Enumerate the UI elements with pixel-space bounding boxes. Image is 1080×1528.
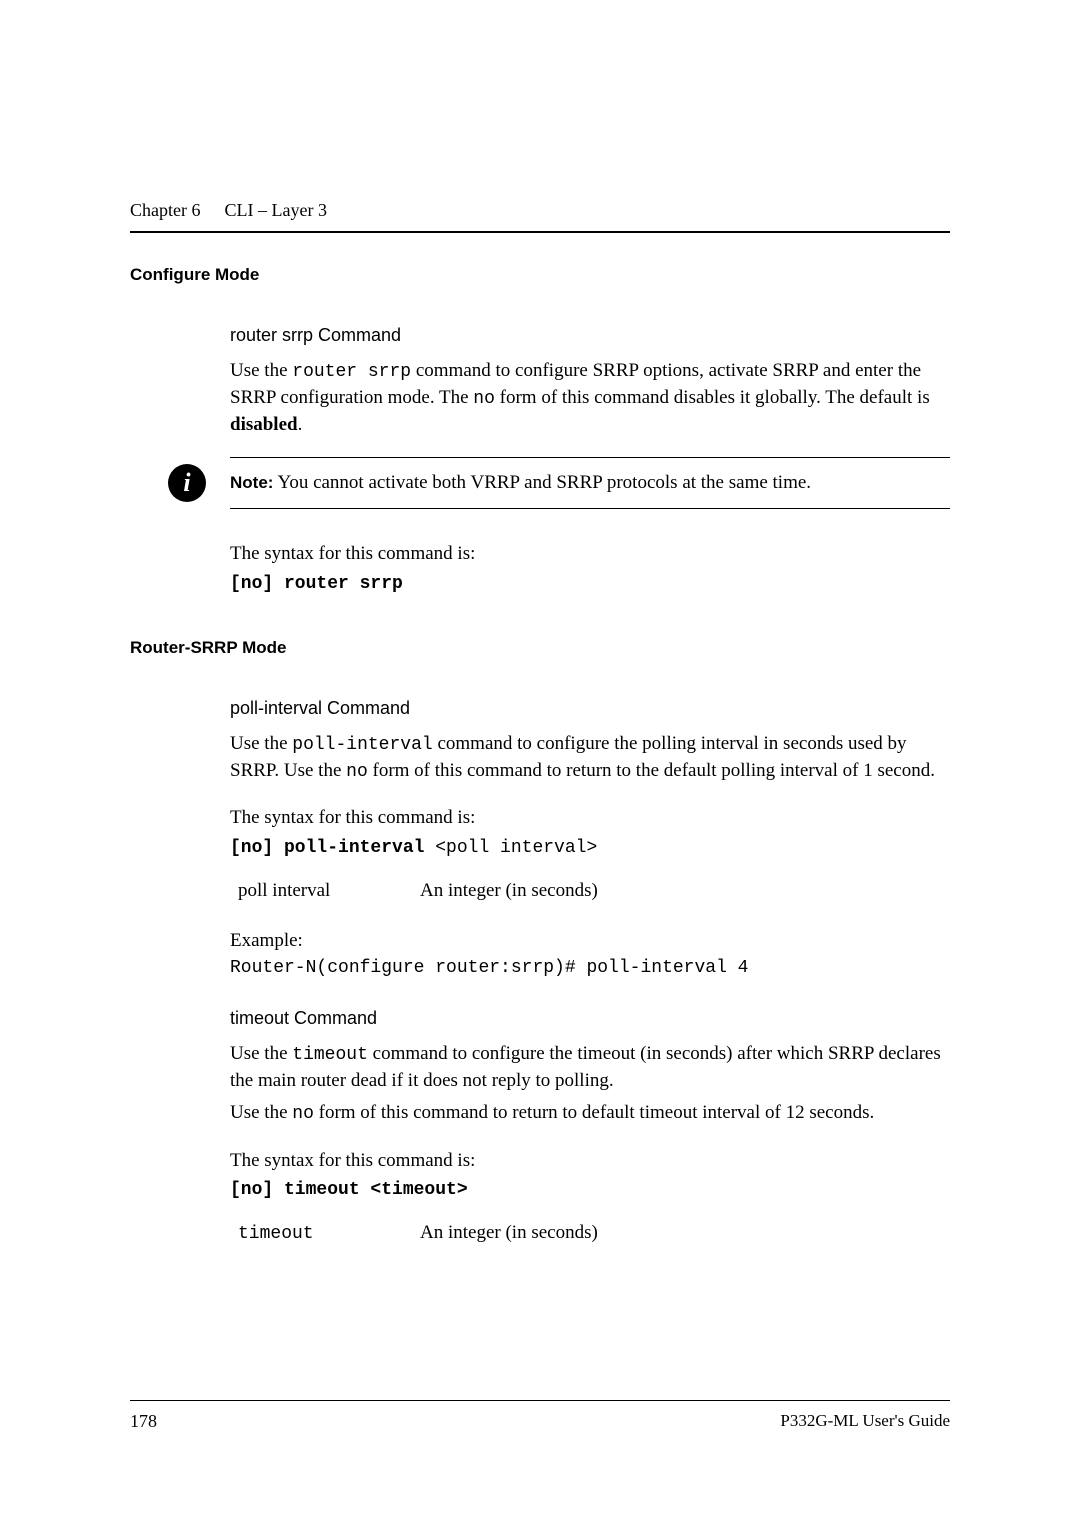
guide-name: P332G-ML User's Guide xyxy=(780,1411,950,1432)
running-header: Chapter 6 CLI – Layer 3 xyxy=(130,200,950,221)
info-icon: i xyxy=(168,464,206,502)
inline-code: no xyxy=(292,1104,314,1124)
section-router-srrp: router srrp Command Use the router srrp … xyxy=(230,325,950,439)
parameter-name: timeout xyxy=(230,1222,420,1244)
inline-code: no xyxy=(346,762,368,782)
inline-code: router srrp xyxy=(292,362,411,382)
example-label: Example: xyxy=(230,930,950,952)
subsection-title: poll-interval Command xyxy=(230,698,950,719)
parameter-description: An integer (in seconds) xyxy=(420,880,950,902)
command-description: Use the router srrp command to configure… xyxy=(230,358,950,439)
inline-code: no xyxy=(473,389,495,409)
note-content: i Note: You cannot activate both VRRP an… xyxy=(230,458,950,508)
chapter-label: Chapter 6 xyxy=(130,200,200,221)
parameter-name: poll interval xyxy=(230,880,420,902)
parameter-row: timeout An integer (in seconds) xyxy=(230,1222,950,1244)
inline-code: timeout xyxy=(292,1045,368,1065)
page-number: 178 xyxy=(130,1411,157,1432)
syntax-block: The syntax for this command is: [no] rou… xyxy=(230,541,950,594)
command-description: Use the poll-interval command to configu… xyxy=(230,731,950,785)
mode-header-configure: Configure Mode xyxy=(130,265,950,285)
chapter-title: CLI – Layer 3 xyxy=(224,200,326,221)
syntax-line: [no] timeout <timeout> xyxy=(230,1180,950,1200)
note-block: i Note: You cannot activate both VRRP an… xyxy=(230,457,950,509)
page-content: Chapter 6 CLI – Layer 3 Configure Mode r… xyxy=(0,0,1080,1304)
command-description: Use the timeout command to configure the… xyxy=(230,1041,950,1095)
parameter-description: An integer (in seconds) xyxy=(420,1222,950,1244)
note-rule-bottom xyxy=(230,508,950,509)
note-text: Note: You cannot activate both VRRP and … xyxy=(230,472,811,494)
syntax-line: [no] router srrp xyxy=(230,574,950,594)
command-description-2: Use the no form of this command to retur… xyxy=(230,1100,950,1127)
header-rule xyxy=(130,231,950,233)
section-poll-interval: poll-interval Command Use the poll-inter… xyxy=(230,698,950,978)
syntax-intro-text: The syntax for this command is: xyxy=(230,805,950,832)
syntax-intro-text: The syntax for this command is: xyxy=(230,1148,950,1175)
page-footer: 178 P332G-ML User's Guide xyxy=(130,1400,950,1432)
subsection-title: timeout Command xyxy=(230,1008,950,1029)
subsection-title: router srrp Command xyxy=(230,325,950,346)
section-timeout: timeout Command Use the timeout command … xyxy=(230,1008,950,1245)
mode-header-router-srrp: Router-SRRP Mode xyxy=(130,638,950,658)
syntax-intro-text: The syntax for this command is: xyxy=(230,541,950,568)
footer-row: 178 P332G-ML User's Guide xyxy=(130,1411,950,1432)
syntax-line: [no] poll-interval <poll interval> xyxy=(230,838,950,858)
parameter-row: poll interval An integer (in seconds) xyxy=(230,880,950,902)
inline-code: poll-interval xyxy=(292,735,432,755)
example-code: Router-N(configure router:srrp)# poll-in… xyxy=(230,958,950,978)
footer-rule xyxy=(130,1400,950,1401)
